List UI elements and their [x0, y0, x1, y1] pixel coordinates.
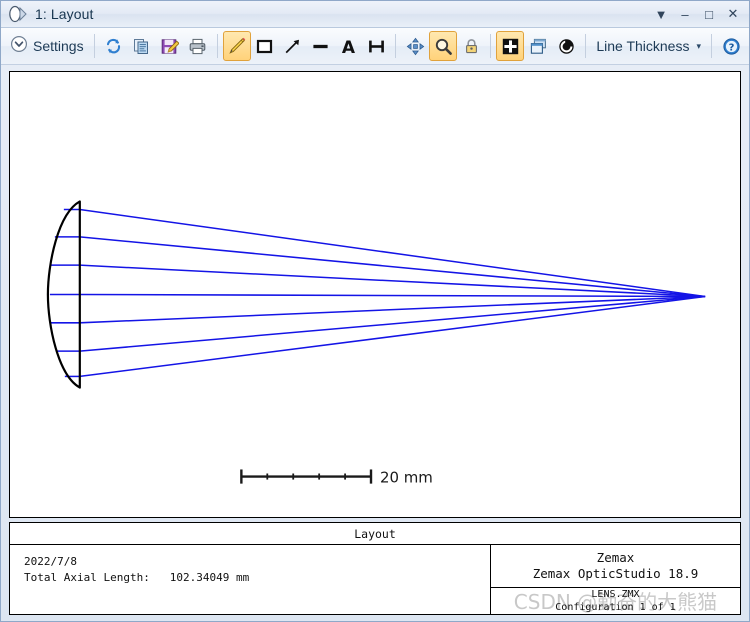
footer-date: 2022/7/8 — [24, 555, 77, 568]
draw-rectangle-icon[interactable] — [251, 31, 279, 61]
pan-icon[interactable] — [401, 31, 429, 61]
footer-file-block: CSDN @勤奋的大熊猫 LENS.ZMX Configuration 1 of… — [491, 588, 740, 614]
plot-title-bar: Layout — [9, 522, 741, 544]
footer-left-info: 2022/7/8 Total Axial Length: 102.34049 m… — [10, 545, 491, 614]
chevron-down-circle-icon — [10, 35, 28, 58]
refresh-view-icon[interactable] — [552, 31, 580, 61]
footer-company: Zemax — [596, 550, 635, 565]
annotate-pencil-icon[interactable] — [222, 31, 251, 61]
layout-window: 1: Layout ▼ – □ ✕ Settings A Line Thickn… — [0, 0, 750, 622]
ray-1 — [79, 208, 706, 298]
footer-product: Zemax OpticStudio 18.9 — [532, 566, 699, 581]
ray-bundle-inside-lens — [49, 208, 80, 378]
scale-bar — [240, 469, 373, 484]
fit-window-icon[interactable] — [496, 31, 525, 61]
draw-line-icon[interactable] — [306, 31, 334, 61]
help-icon[interactable]: ? — [717, 31, 745, 61]
save-icon[interactable] — [156, 31, 184, 61]
footer-right-info: Zemax Zemax OpticStudio 18.9 CSDN @勤奋的大熊… — [491, 545, 740, 614]
settings-button[interactable]: Settings — [5, 31, 89, 61]
plot-area-wrapper: 20 mm — [1, 65, 749, 522]
toolbar: Settings A Line Thickness ▾ ? — [1, 28, 749, 65]
footer-configuration: Configuration 1 of 1 — [555, 602, 676, 613]
add-text-icon[interactable]: A — [334, 31, 362, 61]
line-thickness-label: Line Thickness — [596, 38, 690, 54]
toolbar-separator — [93, 34, 95, 58]
toolbar-separator — [395, 34, 397, 58]
window-title: 1: Layout — [35, 6, 94, 22]
refresh-icon[interactable] — [100, 31, 128, 61]
print-icon[interactable] — [184, 31, 212, 61]
toolbar-separator — [711, 34, 713, 58]
ray-7 — [79, 295, 706, 378]
ray-bundle — [79, 208, 706, 378]
ray-3 — [79, 264, 706, 298]
footer-panel: Layout 2022/7/8 Total Axial Length: 102.… — [1, 522, 749, 621]
ray-5 — [79, 295, 706, 324]
ray-4 — [79, 293, 706, 298]
axial-length-value: 102.34049 mm — [169, 570, 250, 584]
layout-plot[interactable]: 20 mm — [9, 71, 741, 518]
maximize-button[interactable]: □ — [697, 3, 721, 25]
copy-icon[interactable] — [128, 31, 156, 61]
measure-icon[interactable] — [362, 31, 390, 61]
toolbar-separator — [490, 34, 492, 58]
footer-body: 2022/7/8 Total Axial Length: 102.34049 m… — [9, 544, 741, 615]
minimize-button[interactable]: – — [673, 3, 697, 25]
svg-text:?: ? — [728, 42, 734, 53]
toolbar-separator — [216, 34, 218, 58]
clone-window-icon[interactable] — [524, 31, 552, 61]
window-buttons: ▼ – □ ✕ — [649, 3, 745, 25]
footer-filename: LENS.ZMX — [591, 589, 640, 600]
ray-6 — [79, 295, 706, 352]
title-bar: 1: Layout ▼ – □ ✕ — [1, 1, 749, 28]
lock-icon[interactable] — [457, 31, 485, 61]
settings-label: Settings — [33, 38, 84, 54]
zoom-icon[interactable] — [429, 31, 458, 61]
footer-product-block: Zemax Zemax OpticStudio 18.9 — [491, 545, 740, 588]
axial-length-label: Total Axial Length: — [24, 570, 150, 584]
window-dropdown-button[interactable]: ▼ — [649, 3, 673, 25]
layout-plot-svg: 20 mm — [46, 200, 706, 487]
ray-2 — [79, 236, 706, 298]
draw-arrow-icon[interactable] — [279, 31, 307, 61]
lens-icon — [7, 5, 29, 23]
line-thickness-dropdown[interactable]: Line Thickness ▾ — [591, 31, 706, 61]
svg-text:A: A — [342, 38, 356, 56]
footer-axial-length: Total Axial Length: 102.34049 mm — [24, 570, 490, 586]
toolbar-separator — [585, 34, 587, 58]
scale-bar-label: 20 mm — [380, 469, 433, 487]
chevron-down-icon: ▾ — [696, 40, 702, 51]
close-button[interactable]: ✕ — [721, 3, 745, 25]
